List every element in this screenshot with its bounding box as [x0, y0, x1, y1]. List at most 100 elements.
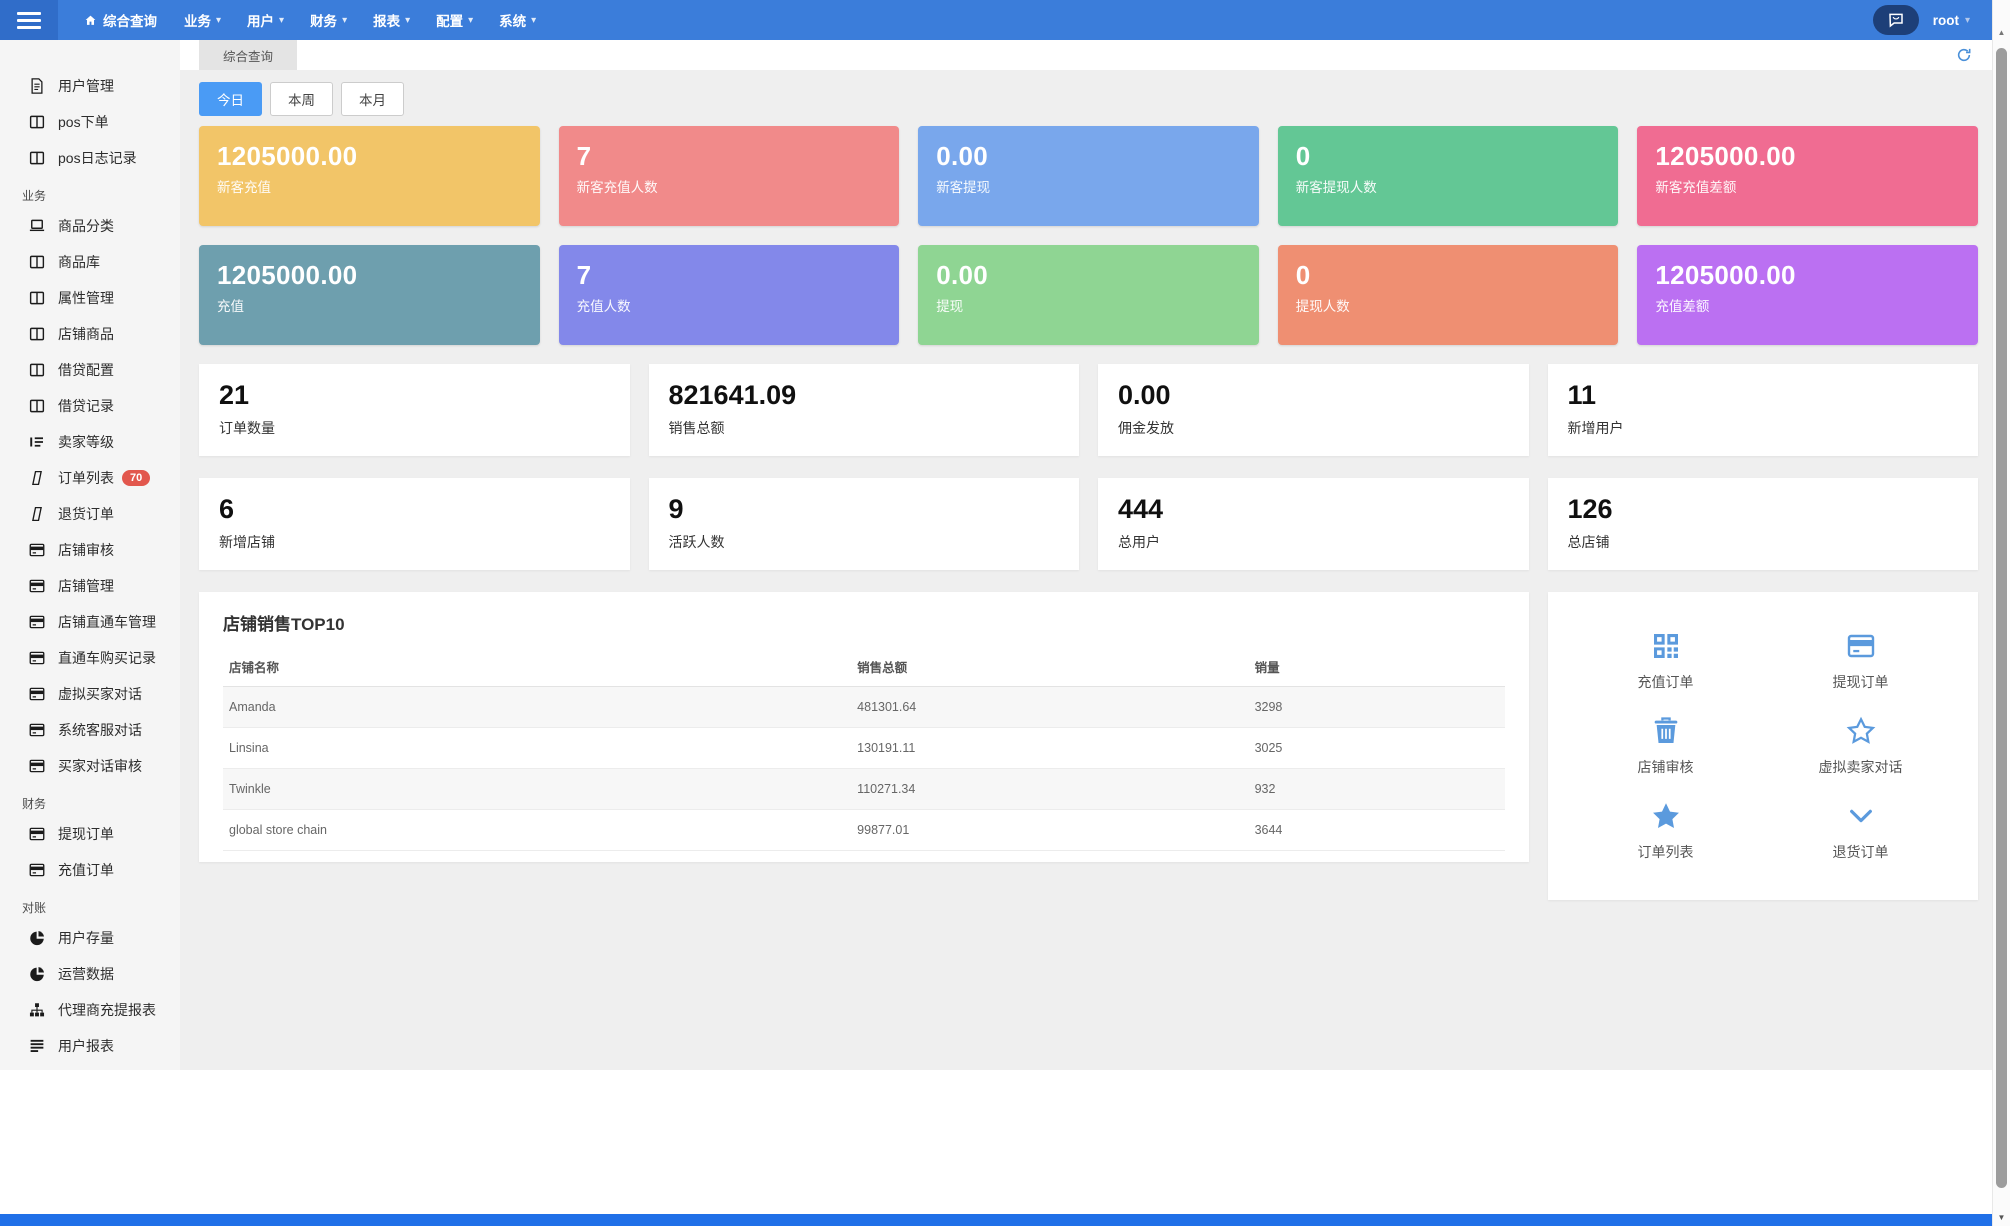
table-cell: 3644 [1248, 809, 1505, 851]
summary-label: 总店铺 [1567, 534, 1610, 550]
table-row[interactable]: Twinkle 110271.34 932 [223, 768, 1505, 810]
quick-action[interactable]: 提现订单 [1763, 618, 1958, 703]
sidebar-item[interactable]: 商品分类 [0, 208, 180, 244]
stat-label: 新客充值差额 [1655, 180, 1737, 195]
stat-value: 7 [576, 141, 592, 171]
order-icon [28, 505, 46, 523]
sidebar-item[interactable]: 虚拟买家对话 [0, 676, 180, 712]
stat-card: 1205000.00 新客充值差额 [1637, 126, 1978, 226]
caret-down-icon: ▾ [531, 14, 537, 26]
columns-icon [28, 325, 46, 343]
filter-week-button[interactable]: 本周 [270, 82, 333, 116]
table-cell: 481301.64 [851, 686, 1249, 728]
sidebar-item-label: 订单列表 [58, 470, 114, 486]
sidebar-item-label: 店铺商品 [58, 326, 114, 342]
sidebar-item-label: 卖家等级 [58, 434, 114, 450]
table-row[interactable]: Amanda 481301.64 3298 [223, 686, 1505, 728]
columns-icon [28, 253, 46, 271]
chat-button[interactable] [1872, 5, 1919, 35]
quick-action[interactable]: 退货订单 [1763, 789, 1958, 874]
period-filters: 今日 本周 本月 [199, 82, 1978, 116]
sidebar-item[interactable]: 用户管理 [0, 68, 180, 104]
sidebar-item[interactable]: 用户报表 [0, 1028, 180, 1064]
refresh-icon[interactable] [1956, 47, 1972, 63]
summary-card: 9 活跃人数 [648, 478, 1079, 570]
nav-menu-item[interactable]: 系统 ▾ [486, 0, 549, 40]
nav-menu-item[interactable]: 业务 ▾ [171, 0, 234, 40]
table-cell: 3298 [1248, 686, 1505, 728]
nav-menu-label: 系统 [499, 14, 527, 29]
summary-value: 821641.09 [668, 380, 797, 410]
summary-value: 0.00 [1118, 380, 1171, 410]
navbar-right: root ▾ [1872, 5, 1992, 35]
sidebar-item[interactable]: 店铺管理 [0, 568, 180, 604]
sidebar-item[interactable]: 系统客服对话 [0, 712, 180, 748]
sidebar-item[interactable]: 属性管理 [0, 280, 180, 316]
sidebar-item[interactable]: 订单列表 70 [0, 460, 180, 496]
scroll-up-arrow[interactable]: ▲ [1993, 28, 2010, 37]
stat-card: 0 提现人数 [1277, 245, 1619, 345]
sidebar-item[interactable]: 店铺审核 [0, 532, 180, 568]
star-icon [1650, 800, 1682, 832]
sidebar-item[interactable]: 退货订单 [0, 496, 180, 532]
sidebar-section-header: 业务 [22, 188, 47, 203]
table-title: 店铺销售TOP10 [223, 615, 345, 634]
sidebar-item[interactable]: 充值订单 [0, 852, 180, 888]
sidebar-item[interactable]: 店铺直通车管理 [0, 604, 180, 640]
scrollbar-thumb[interactable] [1996, 48, 2007, 1188]
nav-menu-item[interactable]: 配置 ▾ [423, 0, 486, 40]
sidebar-item-label: 运营数据 [58, 966, 114, 982]
sidebar-item[interactable]: pos下单 [0, 104, 180, 140]
filter-today-button[interactable]: 今日 [199, 82, 262, 116]
summary-cards-row-2: 6 新增店铺 9 活跃人数 444 总用户 126 总店铺 [199, 478, 1978, 570]
pie-chart-icon [28, 929, 46, 947]
scrollbar[interactable]: ▲ ▼ [1992, 0, 2010, 1226]
user-name: root [1932, 12, 1959, 28]
stat-value: 0.00 [936, 260, 988, 290]
nav-menu-label: 财务 [310, 14, 338, 29]
stat-value: 1205000.00 [1655, 260, 1796, 290]
sidebar-item[interactable]: 商品库 [0, 244, 180, 280]
nav-menu-item[interactable]: 用户 ▾ [234, 0, 297, 40]
sidebar-item[interactable]: 提现订单 [0, 816, 180, 852]
nav-brand[interactable]: 综合查询 [58, 10, 171, 30]
sidebar-item-label: 商品分类 [58, 218, 114, 234]
summary-label: 新增用户 [1567, 420, 1624, 436]
stat-value: 1205000.00 [1655, 141, 1796, 171]
quick-action-label: 充值订单 [1637, 673, 1694, 690]
nav-menu-item[interactable]: 财务 ▾ [297, 0, 360, 40]
sidebar-item-label: pos日志记录 [58, 150, 137, 166]
table-row[interactable]: global store chain 99877.01 3644 [223, 809, 1505, 851]
sidebar-item[interactable]: 运营数据 [0, 956, 180, 992]
stat-label: 新客充值人数 [576, 180, 658, 195]
sidebar-item[interactable]: 店铺商品 [0, 316, 180, 352]
table-cell: global store chain [223, 809, 852, 851]
summary-card: 21 订单数量 [199, 364, 630, 456]
sidebar-item[interactable]: 买家对话审核 [0, 748, 180, 784]
sidebar-item-label: 店铺管理 [58, 578, 114, 594]
sidebar-item[interactable]: 借贷记录 [0, 388, 180, 424]
user-menu[interactable]: root ▾ [1933, 13, 1970, 28]
sidebar-item[interactable]: pos日志记录 [0, 140, 180, 176]
credit-card-icon [28, 613, 46, 631]
stat-label: 新客充值 [217, 180, 271, 195]
stat-card: 0.00 新客提现 [918, 126, 1259, 226]
quick-action[interactable]: 虚拟卖家对话 [1763, 703, 1958, 788]
sidebar-item[interactable]: 卖家等级 [0, 424, 180, 460]
sidebar-item[interactable]: 借贷配置 [0, 352, 180, 388]
sidebar-item[interactable]: 直通车购买记录 [0, 640, 180, 676]
tab-summary-query[interactable]: 综合查询 [199, 40, 298, 70]
sidebar-item[interactable]: 用户存量 [0, 920, 180, 956]
hamburger-button[interactable] [0, 0, 58, 40]
quick-action[interactable]: 充值订单 [1568, 618, 1763, 703]
quick-action[interactable]: 订单列表 [1568, 789, 1763, 874]
filter-month-button[interactable]: 本月 [341, 82, 404, 116]
quick-action[interactable]: 店铺审核 [1568, 703, 1763, 788]
sidebar-item[interactable]: 代理商充提报表 [0, 992, 180, 1028]
nav-menu-item[interactable]: 报表 ▾ [360, 0, 423, 40]
scroll-down-arrow[interactable]: ▼ [1993, 1213, 2010, 1222]
nav-menu-label: 用户 [247, 14, 275, 29]
table-row[interactable]: Linsina 130191.11 3025 [223, 727, 1505, 769]
sidebar-item-label: 充值订单 [58, 862, 114, 878]
stat-value: 0 [1295, 141, 1311, 171]
